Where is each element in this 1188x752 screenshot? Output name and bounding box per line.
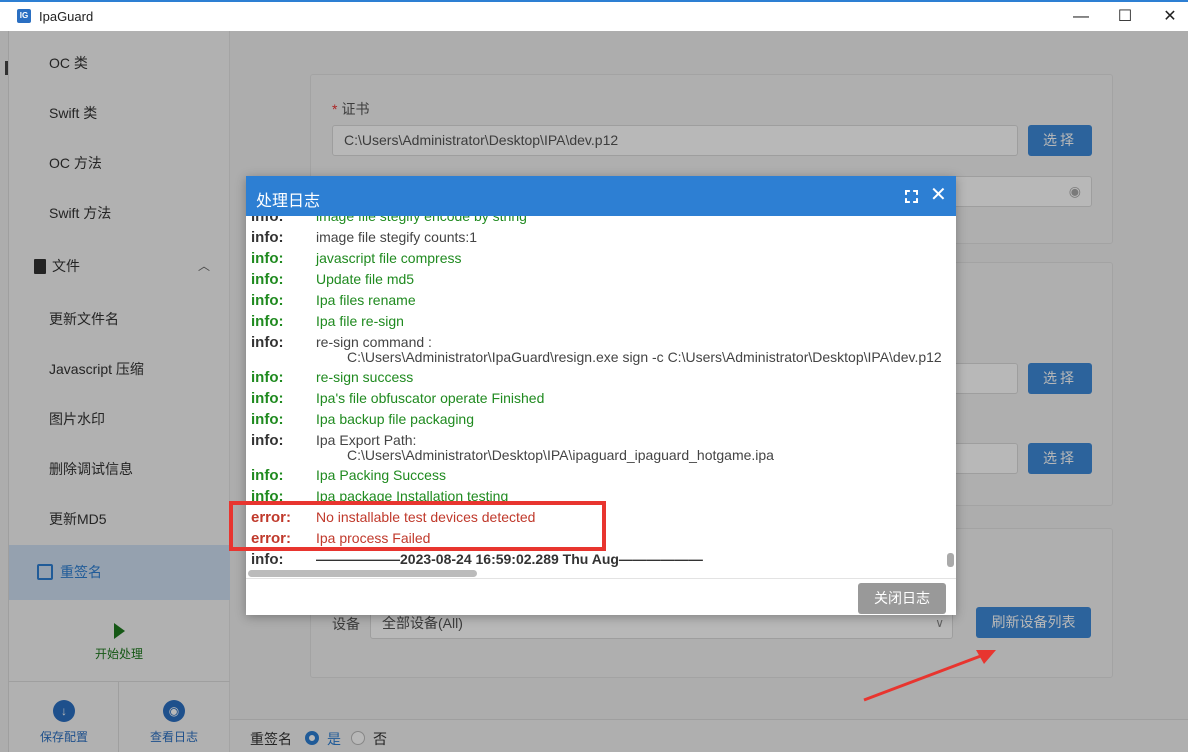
dialog-header: 处理日志 ✕	[246, 176, 956, 216]
app-logo-icon: IG	[17, 9, 31, 23]
title-bar: IG IpaGuard — ☐ ✕	[0, 0, 1188, 31]
window-close-button[interactable]: ✕	[1155, 6, 1185, 28]
annotation-arrow	[863, 650, 996, 702]
fullscreen-icon[interactable]	[905, 190, 918, 203]
close-icon[interactable]: ✕	[930, 184, 947, 206]
close-log-button[interactable]: 关闭日志	[858, 583, 946, 614]
window-title: IpaGuard	[39, 9, 94, 24]
dialog-title: 处理日志	[256, 193, 321, 210]
error-highlight-box	[229, 501, 606, 551]
maximize-button[interactable]: ☐	[1110, 6, 1140, 28]
minimize-button[interactable]: —	[1066, 6, 1096, 28]
log-path-detail: C:\Users\Administrator\Desktop\IPA\ipagu…	[347, 447, 774, 463]
horizontal-scrollbar[interactable]	[246, 569, 956, 578]
log-command-detail: C:\Users\Administrator\IpaGuard\resign.e…	[347, 349, 942, 365]
vertical-scrollbar[interactable]	[947, 553, 954, 567]
dialog-footer: 关闭日志	[246, 578, 956, 615]
